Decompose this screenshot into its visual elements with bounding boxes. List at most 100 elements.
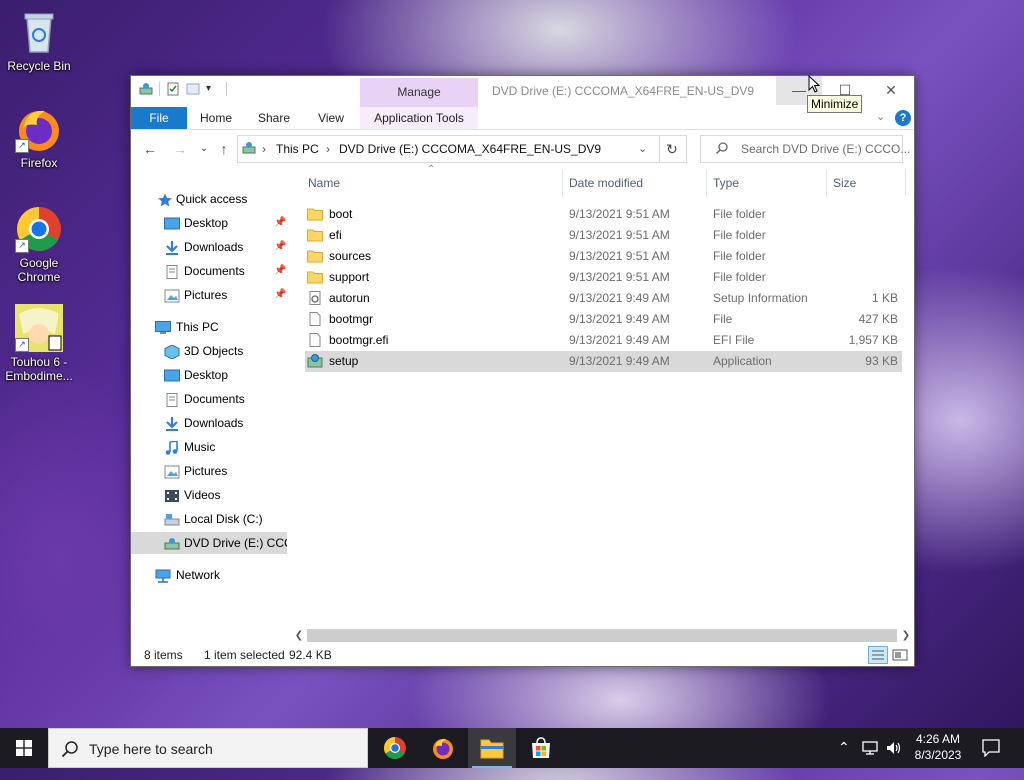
breadcrumb-dvd-drive[interactable]: DVD Drive (E:) CCCOMA_X64FRE_EN-US_DV9 xyxy=(339,142,601,156)
pin-icon[interactable]: 📌 xyxy=(274,284,286,306)
nav-dvd-drive[interactable]: DVD Drive (E:) CCCOMA_X64FRE_EN-US_DV9 xyxy=(131,532,287,554)
nav-3d-objects[interactable]: 3D Objects xyxy=(131,340,287,362)
scrollbar-thumb[interactable] xyxy=(307,629,897,642)
taskbar-search-box[interactable]: Type here to search xyxy=(48,728,368,768)
taskbar-clock[interactable]: 4:26 AM 8/3/2023 xyxy=(900,731,976,763)
large-icons-view-icon[interactable] xyxy=(892,647,908,661)
column-header-size[interactable]: Size xyxy=(833,170,856,196)
tab-view[interactable]: View xyxy=(307,107,355,129)
taskbar-chrome[interactable] xyxy=(371,728,419,768)
desktop-icon-touhou[interactable]: ↗ Touhou 6 - Embodime... xyxy=(2,304,76,383)
address-dropdown-chevron-icon[interactable]: ⌄ xyxy=(638,142,647,155)
nav-quick-downloads[interactable]: Downloads 📌 xyxy=(131,236,287,258)
refresh-icon: ↻ xyxy=(666,141,678,157)
3d-objects-icon xyxy=(164,344,180,360)
file-date: 9/13/2021 9:51 AM xyxy=(569,207,670,221)
tab-share[interactable]: Share xyxy=(249,107,299,129)
setup-app-icon xyxy=(307,354,323,375)
file-row[interactable]: autorun 9/13/2021 9:49 AM Setup Informat… xyxy=(305,288,902,309)
column-header-name[interactable]: Name xyxy=(308,170,340,196)
column-header-type[interactable]: Type xyxy=(713,170,739,196)
tab-home[interactable]: Home xyxy=(191,107,241,129)
nav-quick-access[interactable]: Quick access xyxy=(131,188,287,210)
nav-documents[interactable]: Documents xyxy=(131,388,287,410)
address-bar[interactable]: › This PC › DVD Drive (E:) CCCOMA_X64FRE… xyxy=(237,135,660,163)
back-arrow-icon[interactable]: ← xyxy=(141,140,159,158)
taskbar-file-explorer[interactable] xyxy=(468,728,516,768)
horizontal-scrollbar[interactable]: ❮ ❯ xyxy=(291,627,914,644)
network-tray-icon[interactable] xyxy=(862,740,880,780)
tab-file[interactable]: File xyxy=(131,107,187,129)
file-row-selected[interactable]: setup 9/13/2021 9:49 AM Application 93 K… xyxy=(305,351,902,372)
file-size: 1,957 KB xyxy=(848,333,898,347)
nav-quick-desktop[interactable]: Desktop 📌 xyxy=(131,212,287,234)
help-icon[interactable]: ? xyxy=(895,110,911,126)
pin-icon[interactable]: 📌 xyxy=(274,236,286,258)
file-name: sources xyxy=(329,249,372,263)
file-row[interactable]: efi 9/13/2021 9:51 AM File folder xyxy=(305,225,902,246)
nav-pictures[interactable]: Pictures xyxy=(131,460,287,482)
desktop-icon-chrome[interactable]: ↗ Google Chrome xyxy=(2,205,76,284)
shortcut-arrow-icon: ↗ xyxy=(15,338,29,352)
file-date: 9/13/2021 9:51 AM xyxy=(569,228,670,242)
taskbar-microsoft-store[interactable] xyxy=(517,728,565,768)
file-row[interactable]: bootmgr.efi 9/13/2021 9:49 AM EFI File 1… xyxy=(305,330,902,351)
nav-this-pc[interactable]: This PC xyxy=(131,316,287,338)
file-row[interactable]: bootmgr 9/13/2021 9:49 AM File 427 KB xyxy=(305,309,902,330)
notification-center-icon[interactable] xyxy=(982,739,1000,779)
dvd-drive-icon xyxy=(164,536,180,550)
column-divider[interactable] xyxy=(826,170,827,196)
nav-downloads[interactable]: Downloads xyxy=(131,412,287,434)
scroll-right-arrow-icon[interactable]: ❯ xyxy=(898,627,914,644)
taskbar-firefox[interactable] xyxy=(419,728,467,768)
file-date: 9/13/2021 9:51 AM xyxy=(569,270,670,284)
tab-application-tools[interactable]: Application Tools xyxy=(360,107,478,129)
forward-arrow-icon[interactable]: → xyxy=(171,140,189,158)
title-bar[interactable]: ▾ Manage DVD Drive (E:) CCCOMA_X64FRE_EN… xyxy=(131,75,914,113)
nav-quick-pictures[interactable]: Pictures 📌 xyxy=(131,284,287,306)
recent-locations-chevron-icon[interactable]: ⌄ xyxy=(195,140,213,158)
column-divider[interactable] xyxy=(562,170,563,196)
pin-icon[interactable]: 📌 xyxy=(274,212,286,234)
new-folder-icon[interactable] xyxy=(186,82,200,96)
file-date: 9/13/2021 9:49 AM xyxy=(569,333,670,347)
column-header-date-modified[interactable]: Date modified xyxy=(569,170,643,196)
pin-icon[interactable]: 📌 xyxy=(274,260,286,282)
search-input[interactable]: Search DVD Drive (E:) CCCO... xyxy=(741,142,910,156)
nav-local-disk[interactable]: Local Disk (C:) xyxy=(131,508,287,530)
close-button[interactable]: ✕ xyxy=(868,76,914,105)
up-arrow-icon[interactable]: ↑ xyxy=(215,140,233,158)
expand-ribbon-chevron-icon[interactable]: ⌄ xyxy=(876,110,885,123)
start-button[interactable] xyxy=(0,728,48,768)
videos-film-icon xyxy=(164,488,180,502)
customize-toolbar-chevron-icon[interactable]: ▾ xyxy=(206,82,220,96)
column-divider[interactable] xyxy=(905,170,906,196)
nav-label: Pictures xyxy=(184,464,228,478)
nav-videos[interactable]: Videos xyxy=(131,484,287,506)
nav-network[interactable]: Network xyxy=(131,564,287,586)
file-name: setup xyxy=(329,354,359,368)
search-box[interactable]: Search DVD Drive (E:) CCCO... xyxy=(700,135,910,163)
file-type: File folder xyxy=(713,270,766,284)
nav-music[interactable]: Music xyxy=(131,436,287,458)
scroll-left-arrow-icon[interactable]: ❮ xyxy=(291,627,307,644)
nav-label: Local Disk (C:) xyxy=(184,512,263,526)
nav-quick-documents[interactable]: Documents 📌 xyxy=(131,260,287,282)
desktop-folder-icon xyxy=(164,216,180,230)
file-row[interactable]: support 9/13/2021 9:51 AM File folder xyxy=(305,267,902,288)
touhou-game-icon: ↗ xyxy=(15,304,63,352)
nav-label: Pictures xyxy=(184,288,228,302)
show-hidden-icons-chevron-icon[interactable]: ⌃ xyxy=(838,739,850,779)
breadcrumb-this-pc[interactable]: This PC xyxy=(276,142,319,156)
desktop-icon-recycle-bin[interactable]: Recycle Bin xyxy=(2,8,76,73)
nav-desktop[interactable]: Desktop xyxy=(131,364,287,386)
file-row[interactable]: boot 9/13/2021 9:51 AM File folder xyxy=(305,204,902,225)
manage-contextual-tab[interactable]: Manage xyxy=(360,78,478,107)
desktop-icon-firefox[interactable]: ↗ Firefox xyxy=(2,105,76,170)
refresh-button[interactable]: ↻ xyxy=(658,135,687,163)
taskbar-search-input[interactable]: Type here to search xyxy=(89,741,213,757)
details-view-icon[interactable] xyxy=(868,646,888,664)
properties-icon[interactable] xyxy=(166,82,180,96)
file-row[interactable]: sources 9/13/2021 9:51 AM File folder xyxy=(305,246,902,267)
column-divider[interactable] xyxy=(706,170,707,196)
